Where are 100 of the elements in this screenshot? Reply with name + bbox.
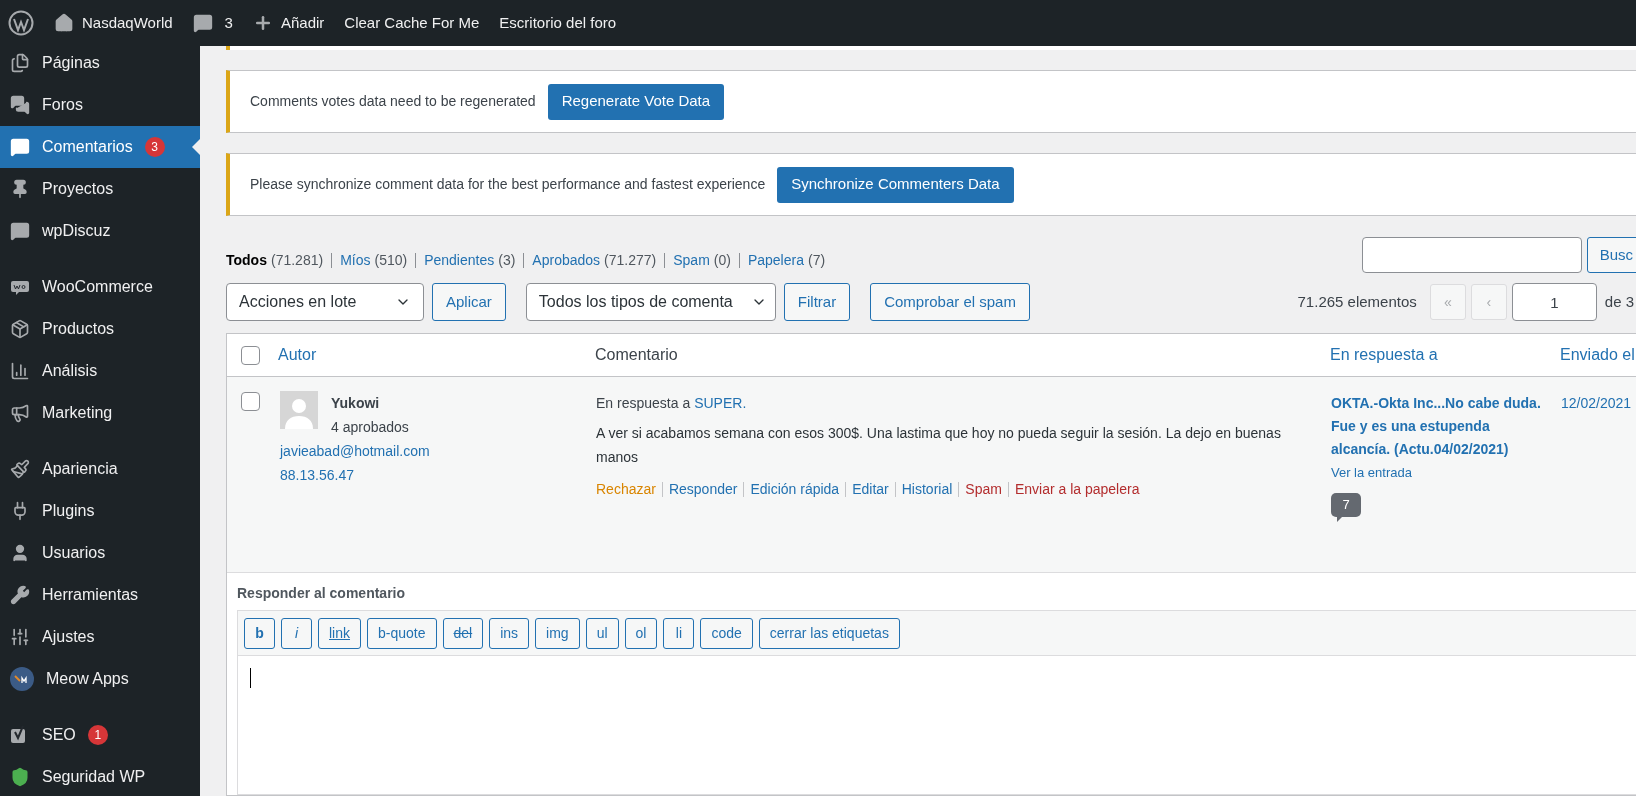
home-icon [54,13,74,33]
filter-count: (0) [713,251,731,270]
speech-bubble-icon [10,137,30,157]
quicktag-button[interactable]: del [442,617,484,649]
sidebar-item[interactable]: Comentarios 3 [0,126,200,168]
sidebar-item[interactable]: WooCommerce [0,266,200,308]
row-action-link[interactable]: Enviar a la papelera [1014,479,1140,500]
row-action-link[interactable]: Responder [668,479,738,500]
approved-count: 4 aprobados [331,418,409,437]
row-checkbox[interactable] [241,392,260,411]
count-badge: 1 [87,725,108,745]
filter-link[interactable]: Pendientes [424,250,495,271]
row-action-link[interactable]: Editar [852,479,889,500]
avatar-silhouette [280,391,318,429]
parent-comment-link[interactable]: SUPER. [694,391,747,415]
apply-button[interactable]: Aplicar [432,283,506,321]
sidebar-item[interactable]: Análisis [0,350,200,392]
bar-chart-icon [10,361,30,381]
author-ip[interactable]: 88.13.56.47 [280,463,596,487]
wordpress-logo-icon[interactable] [8,10,34,36]
quicktag-button[interactable]: li [663,617,695,649]
row-action-link[interactable]: Spam [965,479,1002,500]
filter-count: (7) [807,251,826,270]
filter-link[interactable]: Papelera [747,250,804,271]
sidebar-item[interactable]: Ajustes [0,616,200,658]
quicktag-button[interactable]: b-quote [367,617,437,649]
shield-icon [10,767,30,787]
column-header[interactable]: En respuesta a [1330,343,1560,367]
column-header[interactable]: Autor [278,343,595,367]
row-action-link[interactable]: Edición rápida [750,479,840,500]
select-all-checkbox[interactable] [241,345,260,365]
sidebar-item[interactable]: SEO 1 [0,714,200,756]
user-icon [10,543,30,563]
date-link[interactable]: 12/02/2021 [1561,393,1632,414]
quicktag-button[interactable]: ins [489,617,530,649]
speech-bubble-icon [192,13,213,33]
chat-bubbles-icon [10,95,30,115]
sidebar-item[interactable]: Usuarios [0,532,200,574]
column-header[interactable]: Enviado el [1560,343,1635,367]
reply-title: Responder al comentario [237,584,407,603]
quicktag-button[interactable]: code [700,617,753,649]
items-count: 71.265 elementos [1297,291,1417,312]
filter-link[interactable]: Spam [673,250,710,271]
row-action-link[interactable]: Historial [901,479,953,500]
author-email[interactable]: javieabad@hotmail.com [280,439,596,463]
quicktag-button[interactable]: img [535,617,580,649]
filter-count: (71.281) [270,251,324,270]
sidebar-item[interactable]: Seguridad WP [0,756,200,796]
pin-icon [10,179,30,199]
admin-bar-link[interactable]: Clear Cache For Me [344,11,480,35]
search-field[interactable] [1361,237,1582,273]
sidebar-item[interactable]: Plugins [0,490,200,532]
filter-count: (510) [374,251,408,270]
filter-button[interactable]: Filtrar [783,283,851,321]
author-name: Yukowi [331,394,381,413]
filter-link[interactable]: Aprobados [532,250,601,271]
cat-logo-icon [10,667,34,691]
notice-text: Comments votes data need to be regenerated [250,92,536,111]
post-title-link[interactable]: OKTA.-Okta Inc...No cabe duda. Fue y es una estupenda alcancía. (Actu.04/02/2021) [1331,392,1551,461]
filter-link[interactable]: Todos [226,250,267,271]
quicktag-button[interactable]: b [244,617,275,649]
notice-button[interactable]: Regenerate Vote Data [547,83,725,120]
search-button[interactable]: Busc [1586,237,1636,273]
add-new-link[interactable]: Añadir [252,11,325,35]
sidebar-item[interactable]: Apariencia [0,448,200,490]
notice-button[interactable]: Synchronize Commenters Data [777,166,1014,203]
filter-count: (71.277) [604,251,657,270]
notice-text: Please synchronize comment data for the best performance and fastest experience [250,175,766,194]
sidebar-item[interactable]: wpDiscuz [0,210,200,252]
site-name-link[interactable]: NasdaqWorld [54,11,173,35]
quicktag-button[interactable]: ol [624,617,658,649]
sidebar-item[interactable]: Páginas [0,42,200,84]
sliders-icon [10,627,30,647]
check-spam-button[interactable]: Comprobar el spam [870,283,1030,321]
sidebar-item[interactable]: Herramientas [0,574,200,616]
column-header: Comentario [595,345,679,365]
current-arrow-icon [192,139,200,155]
sidebar-item[interactable]: Marketing [0,392,200,434]
sidebar-item[interactable]: Foros [0,84,200,126]
comments-link[interactable]: 3 [192,11,233,35]
reply-to-label: En respuesta a [596,394,691,413]
quicktag-button[interactable]: cerrar las etiquetas [758,617,900,649]
sidebar-item[interactable]: Meow Apps [0,658,200,700]
comment-type-select[interactable]: Todos los tipos de comenta [525,283,776,321]
filter-link[interactable]: Míos [340,250,371,271]
quicktag-button[interactable]: ul [585,617,619,649]
admin-bar-link[interactable]: Escritorio del foro [499,11,617,35]
speech-bubble-icon [10,221,30,241]
quicktag-button[interactable]: link [318,617,361,649]
wrench-icon [10,585,30,605]
sidebar-item[interactable]: Productos [0,308,200,350]
row-action-link[interactable]: Rechazar [596,479,656,500]
sidebar-item[interactable]: Proyectos [0,168,200,210]
view-post-link[interactable]: Ver la entrada [1331,463,1551,483]
brush-icon [10,459,30,479]
bulk-actions-select[interactable]: Acciones en lote [226,283,424,321]
page-number-field[interactable]: 1 [1511,283,1597,321]
megaphone-icon [10,403,30,423]
quicktag-button[interactable]: i [281,617,312,649]
box-icon [10,319,30,339]
